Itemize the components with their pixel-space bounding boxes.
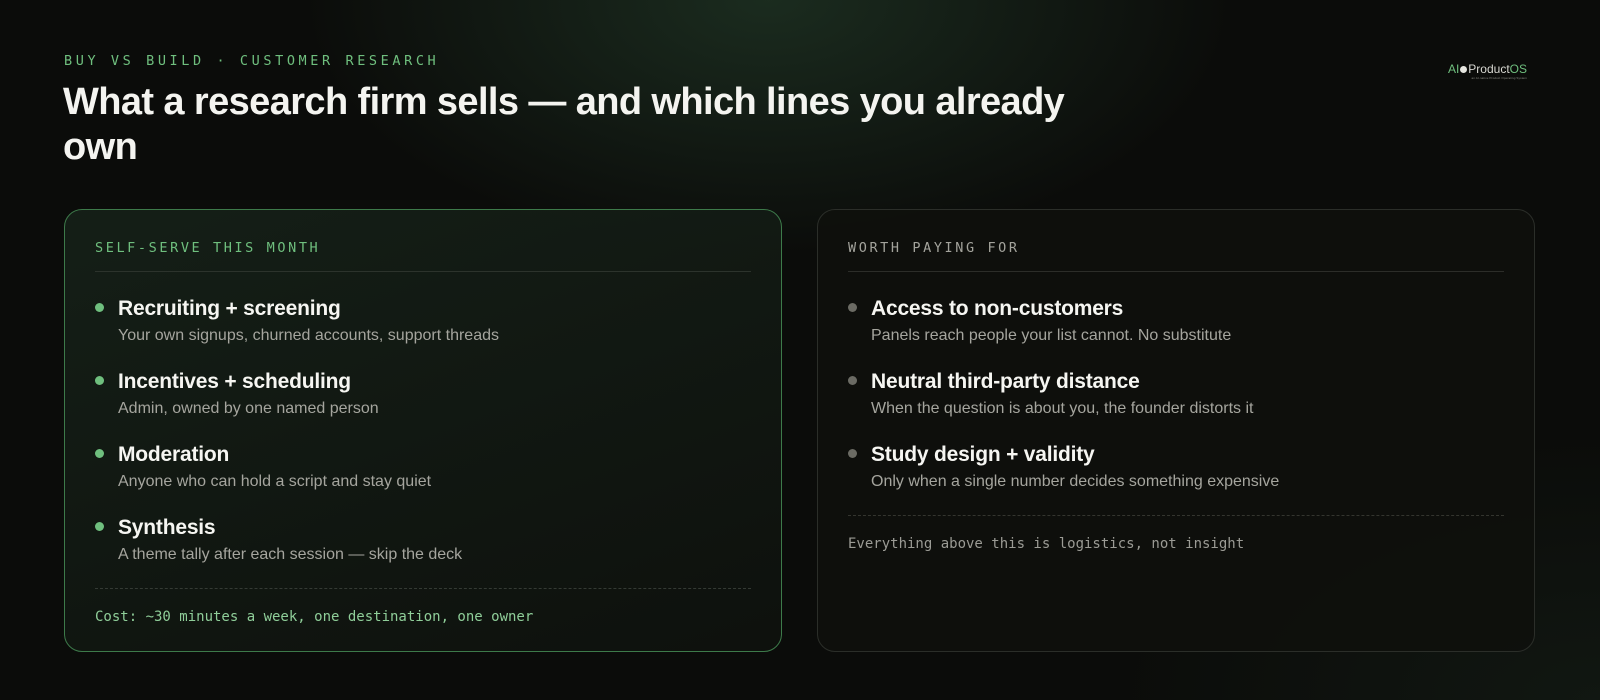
logo-tagline: an AI-native Product Operating System	[1471, 76, 1527, 80]
bullet-dot-icon	[95, 303, 104, 312]
bullet-dot-icon	[95, 449, 104, 458]
item-description: Anyone who can hold a script and stay qu…	[118, 473, 432, 490]
bullet-dot-icon	[848, 449, 857, 458]
item-title: Recruiting + screening	[118, 297, 341, 320]
item-title: Incentives + scheduling	[118, 370, 351, 393]
brand-logo: AI Product OS an AI-native Product Opera…	[1447, 62, 1527, 81]
item-title: Synthesis	[118, 516, 216, 539]
logo-dot-icon	[1460, 66, 1468, 73]
logo-suffix: OS	[1509, 62, 1527, 76]
item-description: Admin, owned by one named person	[118, 400, 379, 417]
bullet-dot-icon	[848, 303, 857, 312]
card-heading: SELF-SERVE THIS MONTH	[95, 240, 751, 272]
list-item: Moderation Anyone who can hold a script …	[95, 442, 751, 515]
list-item: Synthesis A theme tally after each sessi…	[95, 515, 751, 588]
item-description: Your own signups, churned accounts, supp…	[118, 327, 499, 344]
list-item: Neutral third-party distance When the qu…	[848, 369, 1504, 442]
bullet-dot-icon	[95, 376, 104, 385]
card-footer-note: Everything above this is logistics, not …	[848, 515, 1504, 552]
item-title: Moderation	[118, 443, 230, 466]
bullet-dot-icon	[95, 522, 104, 531]
logo-prefix: AI	[1447, 62, 1460, 76]
list-item: Incentives + scheduling Admin, owned by …	[95, 369, 751, 442]
card-heading: WORTH PAYING FOR	[848, 240, 1504, 272]
item-list: Access to non-customers Panels reach peo…	[848, 272, 1504, 515]
item-title: Neutral third-party distance	[871, 370, 1140, 393]
self-serve-card: SELF-SERVE THIS MONTH Recruiting + scree…	[64, 209, 782, 652]
item-title: Access to non-customers	[871, 297, 1124, 320]
card-footer-note: Cost: ~30 minutes a week, one destinatio…	[95, 588, 751, 625]
list-item: Access to non-customers Panels reach peo…	[848, 296, 1504, 369]
item-description: A theme tally after each session — skip …	[118, 546, 463, 563]
list-item: Recruiting + screening Your own signups,…	[95, 296, 751, 369]
logo-name: Product	[1468, 62, 1510, 76]
worth-paying-card: WORTH PAYING FOR Access to non-customers…	[817, 209, 1535, 652]
eyebrow-label: BUY VS BUILD · CUSTOMER RESEARCH	[64, 53, 440, 69]
page-title: What a research firm sells — and which l…	[63, 81, 1065, 168]
item-description: Panels reach people your list cannot. No…	[871, 327, 1232, 344]
item-description: When the question is about you, the foun…	[871, 400, 1254, 417]
item-list: Recruiting + screening Your own signups,…	[95, 272, 751, 588]
list-item: Study design + validity Only when a sing…	[848, 442, 1504, 515]
item-description: Only when a single number decides someth…	[871, 473, 1280, 490]
bullet-dot-icon	[848, 376, 857, 385]
item-title: Study design + validity	[871, 443, 1095, 466]
